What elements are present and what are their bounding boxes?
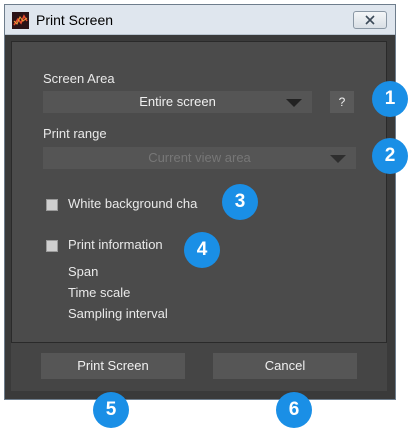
info-item-sampling-interval: Sampling interval <box>68 306 168 321</box>
callout-badge-1: 1 <box>372 81 408 117</box>
screen-area-value: Entire screen <box>139 94 216 109</box>
print-range-value: Current view area <box>148 150 251 165</box>
callout-badge-2: 2 <box>372 138 408 174</box>
white-background-label: White background cha <box>68 196 198 211</box>
print-screen-dialog: Print Screen Screen Area Entire screen ?… <box>4 4 396 400</box>
title-bar[interactable]: Print Screen <box>5 5 395 35</box>
chevron-down-icon <box>330 155 346 163</box>
cancel-button[interactable]: Cancel <box>213 353 357 379</box>
window-title: Print Screen <box>36 12 114 28</box>
print-information-checkbox[interactable] <box>46 240 58 252</box>
screen-area-label: Screen Area <box>43 71 115 86</box>
info-item-span: Span <box>68 264 99 279</box>
dialog-content: Screen Area Entire screen ? Print range … <box>11 41 387 343</box>
callout-badge-4: 4 <box>184 232 220 268</box>
chevron-down-icon <box>286 99 302 107</box>
help-button[interactable]: ? <box>330 91 354 113</box>
dialog-footer: Print Screen Cancel <box>11 343 387 391</box>
info-item-time-scale: Time scale <box>68 285 131 300</box>
print-range-dropdown[interactable]: Current view area <box>43 147 356 169</box>
screen-area-dropdown[interactable]: Entire screen <box>43 91 312 113</box>
print-information-label: Print information <box>68 237 163 252</box>
callout-badge-6: 6 <box>276 392 312 428</box>
print-screen-button[interactable]: Print Screen <box>41 353 185 379</box>
callout-badge-3: 3 <box>222 184 258 220</box>
close-icon <box>365 15 375 25</box>
print-range-label: Print range <box>43 126 107 141</box>
close-button[interactable] <box>353 11 387 29</box>
app-logo-icon <box>12 12 29 29</box>
white-background-checkbox[interactable] <box>46 199 58 211</box>
callout-badge-5: 5 <box>93 392 129 428</box>
